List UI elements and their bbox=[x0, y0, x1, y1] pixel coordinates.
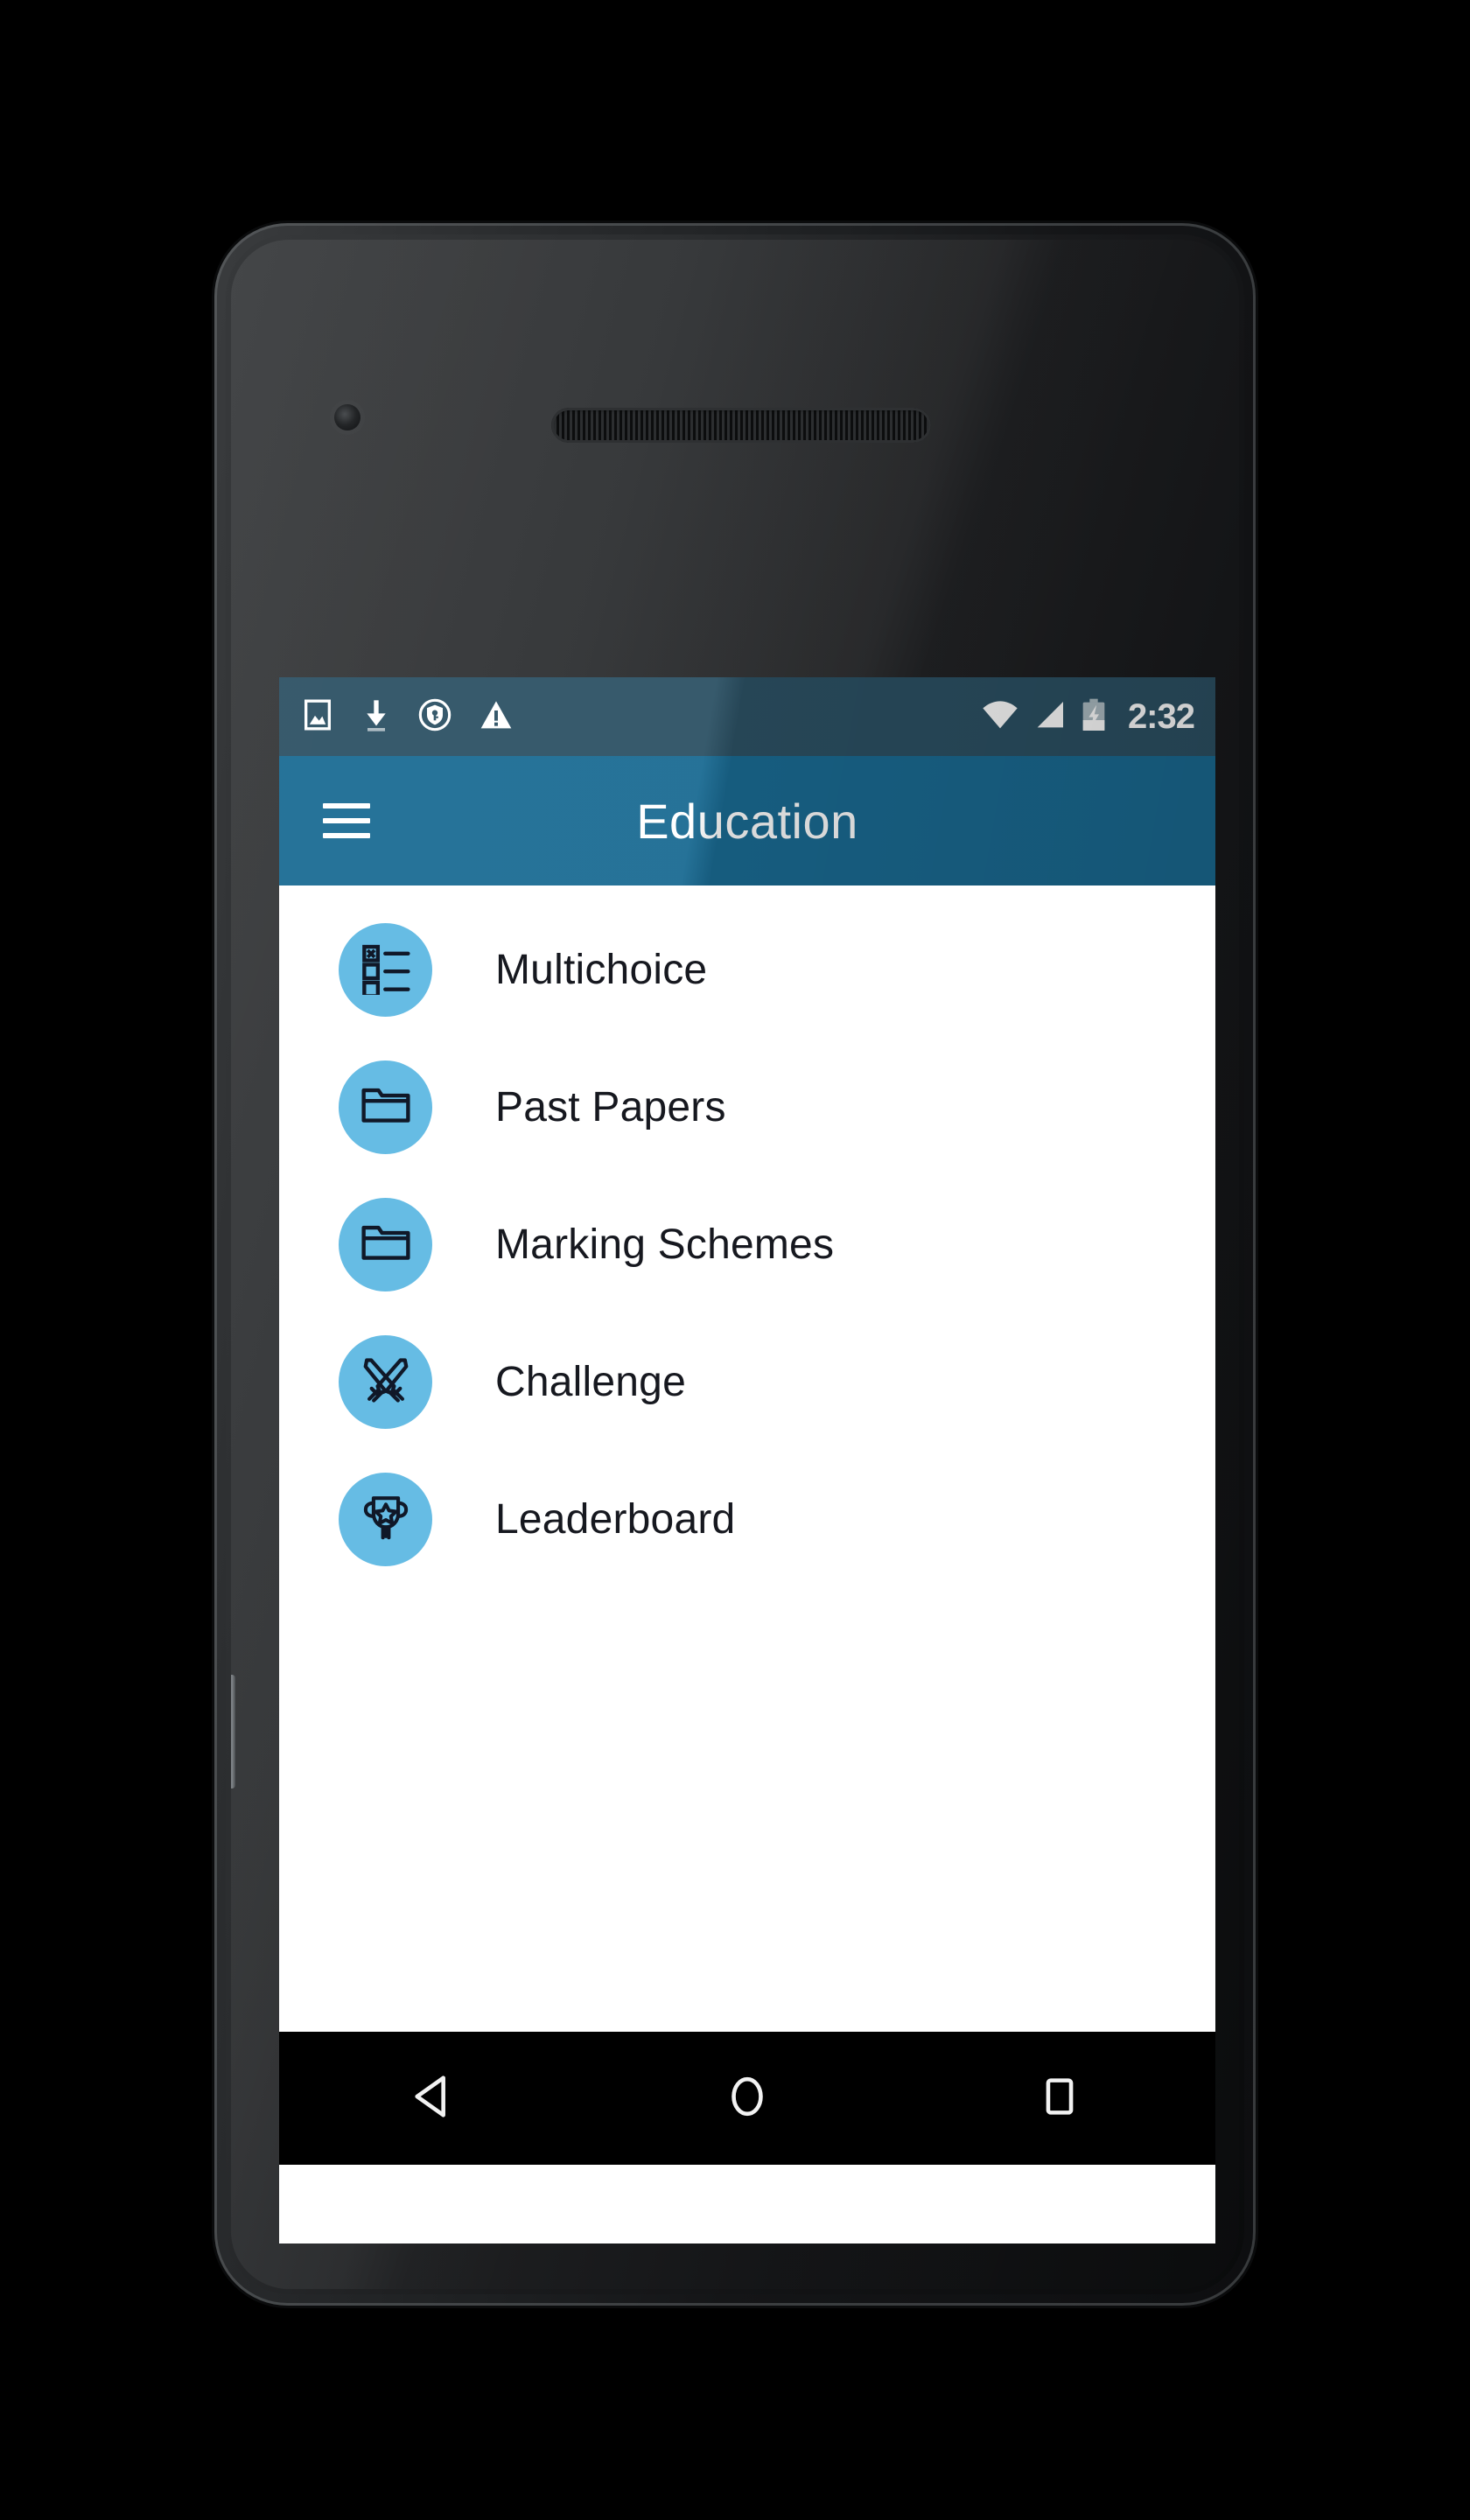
icon-badge bbox=[339, 1198, 432, 1292]
android-navigation-bar bbox=[279, 2032, 1215, 2165]
wifi-icon bbox=[981, 697, 1019, 737]
vpn-shield-icon bbox=[417, 697, 452, 737]
list-item-marking-schemes[interactable]: Marking Schemes bbox=[279, 1176, 1215, 1313]
hamburger-line bbox=[323, 803, 370, 808]
screenshot-icon bbox=[300, 697, 335, 737]
status-bar-right-icons: 2:32 bbox=[981, 696, 1195, 737]
hamburger-line bbox=[323, 818, 370, 823]
warning-icon bbox=[479, 697, 514, 737]
recent-apps-square-icon bbox=[1034, 2071, 1085, 2126]
phone-face: 2:32 Education Multichoice Past Papers M… bbox=[226, 234, 1244, 2294]
list-item-challenge[interactable]: Challenge bbox=[279, 1313, 1215, 1451]
folder-icon bbox=[359, 1215, 413, 1274]
left-side-button[interactable] bbox=[231, 1675, 235, 1788]
trophy-icon bbox=[359, 1490, 413, 1549]
list-item-label: Marking Schemes bbox=[495, 1222, 835, 1268]
front-camera bbox=[334, 404, 360, 430]
status-bar-clock: 2:32 bbox=[1127, 696, 1195, 736]
hamburger-line bbox=[323, 833, 370, 838]
phone-glass: 2:32 Education Multichoice Past Papers M… bbox=[231, 240, 1239, 2289]
phone-device: 2:32 Education Multichoice Past Papers M… bbox=[214, 223, 1256, 2306]
recent-apps-button[interactable] bbox=[998, 2054, 1121, 2142]
list-item-label: Challenge bbox=[495, 1359, 686, 1405]
folder-icon bbox=[359, 1078, 413, 1137]
list-item-past-papers[interactable]: Past Papers bbox=[279, 1039, 1215, 1176]
download-icon bbox=[361, 697, 391, 737]
back-triangle-icon bbox=[410, 2071, 460, 2126]
crossed-swords-icon bbox=[358, 1352, 414, 1412]
list-item-leaderboard[interactable]: Leaderboard bbox=[279, 1451, 1215, 1588]
list-item-label: Leaderboard bbox=[495, 1496, 736, 1543]
list-item-label: Multichoice bbox=[495, 947, 708, 993]
multichoice-icon bbox=[359, 941, 413, 999]
status-bar: 2:32 bbox=[279, 677, 1215, 756]
status-bar-left-icons bbox=[300, 697, 514, 737]
battery-charging-icon bbox=[1081, 697, 1107, 737]
icon-badge bbox=[339, 1335, 432, 1429]
app-bar: Education bbox=[279, 756, 1215, 886]
home-circle-icon bbox=[722, 2071, 773, 2126]
page-title: Education bbox=[636, 793, 858, 849]
icon-badge bbox=[339, 1473, 432, 1566]
cell-signal-icon bbox=[1033, 697, 1067, 737]
home-button[interactable] bbox=[686, 2054, 808, 2142]
phone-screen: 2:32 Education Multichoice Past Papers M… bbox=[279, 677, 1215, 2244]
hamburger-menu-icon[interactable] bbox=[323, 803, 370, 838]
list-item-label: Past Papers bbox=[495, 1084, 726, 1130]
icon-badge bbox=[339, 923, 432, 1017]
earpiece-speaker bbox=[551, 408, 931, 443]
icon-badge bbox=[339, 1060, 432, 1154]
main-menu-list: Multichoice Past Papers Marking Schemes … bbox=[279, 886, 1215, 2032]
back-button[interactable] bbox=[374, 2054, 496, 2142]
list-item-multichoice[interactable]: Multichoice bbox=[279, 901, 1215, 1039]
